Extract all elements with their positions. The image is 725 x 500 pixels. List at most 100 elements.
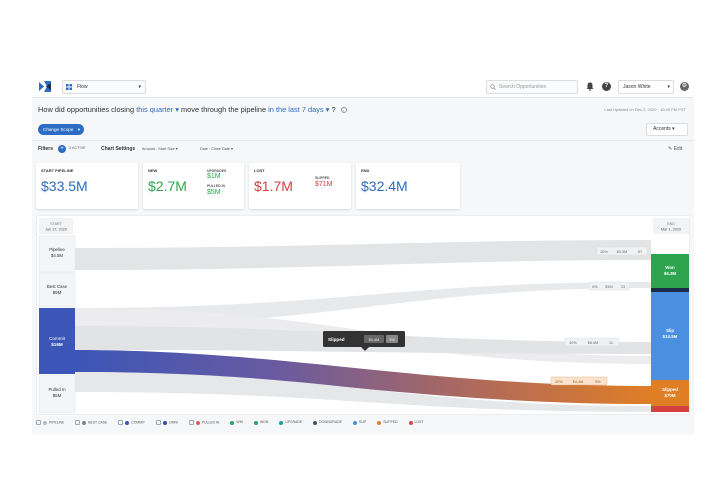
node-downgrade[interactable] [651,288,689,292]
range-dropdown[interactable]: in the last 7 days ▾ [268,105,329,114]
accents-dropdown[interactable]: Accents ▾ [646,123,688,136]
legend-item[interactable]: SLIP [352,420,367,425]
legend-label: DOWNGRADE [319,420,342,425]
flow-label-slip-pct: 40% [569,341,577,345]
sankey-chart: START Jan 17, 2020 END Mar 1, 2020 Pipel… [36,215,690,415]
flow-label-won-amount: $3.3M [617,250,628,254]
legend-color-dot [377,420,382,425]
edit-label: Edit [673,146,683,152]
end-card[interactable]: END $32.4M [356,163,460,209]
node-won-name: Won [665,265,675,270]
card-value: $33.5M [41,178,88,194]
flow-label-slipped: 22% $4.4M 9% [550,376,608,386]
legend-checkbox[interactable] [118,420,124,425]
filters-label: Filters [38,146,54,152]
legend-item[interactable]: SLIPPED [377,420,398,425]
card-value: $32.4M [361,178,408,194]
node-pipeline-name: Pipeline [49,247,65,252]
legend-label: LOST [414,420,424,425]
user-menu[interactable]: Jason White ▾ [618,80,674,94]
legend-label: PULLED IN [201,420,220,425]
legend-color-dot [253,420,258,425]
divider [32,140,694,141]
legend-checkbox[interactable] [188,420,194,425]
start-header-date: Jan 17, 2020 [45,228,67,232]
legend-label: COMMIT [131,420,145,425]
change-scope-label: Change Scope [43,127,74,132]
legend-color-dot [279,420,284,425]
upgrades-value: $1M [207,173,221,180]
search-input[interactable]: Search Opportunities [486,80,578,94]
node-commit-name: Commit [49,336,66,341]
new-card[interactable]: NEW $2.7M UPGRADES $1M PULLED IN $5M [143,163,244,209]
question-part2: move through the pipeline [181,105,267,114]
flow-label-mid-amount: $1M [605,285,612,289]
flow-label-slipped-count: 9% [595,380,601,384]
edit-button[interactable]: ✎ Edit [668,144,682,154]
app-window: Flow ▾ Search Opportunities ? Jason Whit… [32,76,694,434]
node-slip-name: Slip [666,328,674,333]
range-value: in the last 7 days [268,105,324,114]
scope-dropdown[interactable]: this quarter ▾ [136,105,179,114]
legend-label: SLIP [358,420,367,425]
info-icon[interactable]: i [340,107,347,114]
chart-settings-label: Chart Settings [101,146,136,152]
end-header-date: Mar 1, 2020 [661,228,681,232]
node-pulled-in-name: Pulled In [48,387,66,392]
legend-item[interactable]: LOST [408,420,424,425]
legend-item[interactable]: BEST CASE [75,420,107,425]
legend-item[interactable]: PIPELINE [36,420,64,425]
legend-color-dot [125,420,130,425]
legend-label: WON [259,420,269,425]
legend-label: SLIPPED [383,420,398,425]
legend-checkbox[interactable] [156,420,161,425]
legend-label: PIPELINE [49,420,65,425]
tooltip-pct: 9% [389,338,395,342]
node-lost[interactable] [651,406,689,412]
legend-checkbox[interactable] [75,420,81,425]
slipped-value: $71M [315,181,333,188]
legend-label: UPGRADE [285,420,303,425]
top-bar: Flow ▾ Search Opportunities ? Jason Whit… [32,76,694,98]
pulled-in-label: PULLED IN [207,184,225,188]
node-slipped-name: Slipped [662,387,678,392]
lost-card[interactable]: LOST $1.7M SLIPPED $71M [249,163,351,209]
legend-color-dot [163,420,167,425]
legend-checkbox[interactable] [36,420,41,425]
node-slipped-value: $70M [665,393,676,398]
search-icon [490,84,496,90]
flow-label-mid-pct: 6% [592,285,598,289]
bell-icon[interactable] [586,82,594,91]
card-label: NEW [148,168,158,173]
start-pipeline-card[interactable]: START PIPELINE $33.5M [36,163,138,209]
user-name: Jason White [623,84,651,90]
flow-label-slip-amount: $6.4M [588,341,599,345]
legend-label: OMNI [169,420,178,425]
help-icon[interactable]: ? [602,82,611,91]
filter-toggle-icon[interactable]: + [58,145,66,153]
accents-label: Accents [653,126,671,132]
last-updated: Last Updated on Dec 2, 2020 · 10:45 PM P… [604,107,686,112]
flow-label-slipped-amount: $4.4M [573,380,584,384]
flow-select[interactable]: Flow ▾ [62,80,146,94]
filter-count: 3 ACTIVE [69,146,86,150]
node-commit[interactable] [39,308,75,374]
card-label: LOST [254,168,265,173]
legend-item[interactable]: WIN [230,420,243,425]
date-setting-value: Date : Close Date [200,147,230,151]
legend-item[interactable]: COMMIT [118,420,145,425]
flow-pipeline-to-won[interactable] [75,240,651,270]
change-scope-button[interactable]: Change Scope ▾ [38,124,84,135]
legend-item[interactable]: PULLED IN [188,420,220,425]
legend-color-dot [352,420,357,425]
date-setting[interactable]: Date : Close Date ▾ [200,146,233,151]
legend-item[interactable]: DOWNGRADE [313,420,342,425]
node-best-case-name: Best Case [47,284,68,289]
legend-label: BEST CASE [88,420,108,425]
gear-icon[interactable]: ⚙ [680,82,689,91]
legend-item[interactable]: WON [253,420,269,425]
amount-setting[interactable]: Amount : Start Size ▾ [142,146,178,151]
end-header-label: END [667,222,675,226]
legend-item[interactable]: OMNI [156,420,178,425]
legend-item[interactable]: UPGRADE [279,420,303,425]
